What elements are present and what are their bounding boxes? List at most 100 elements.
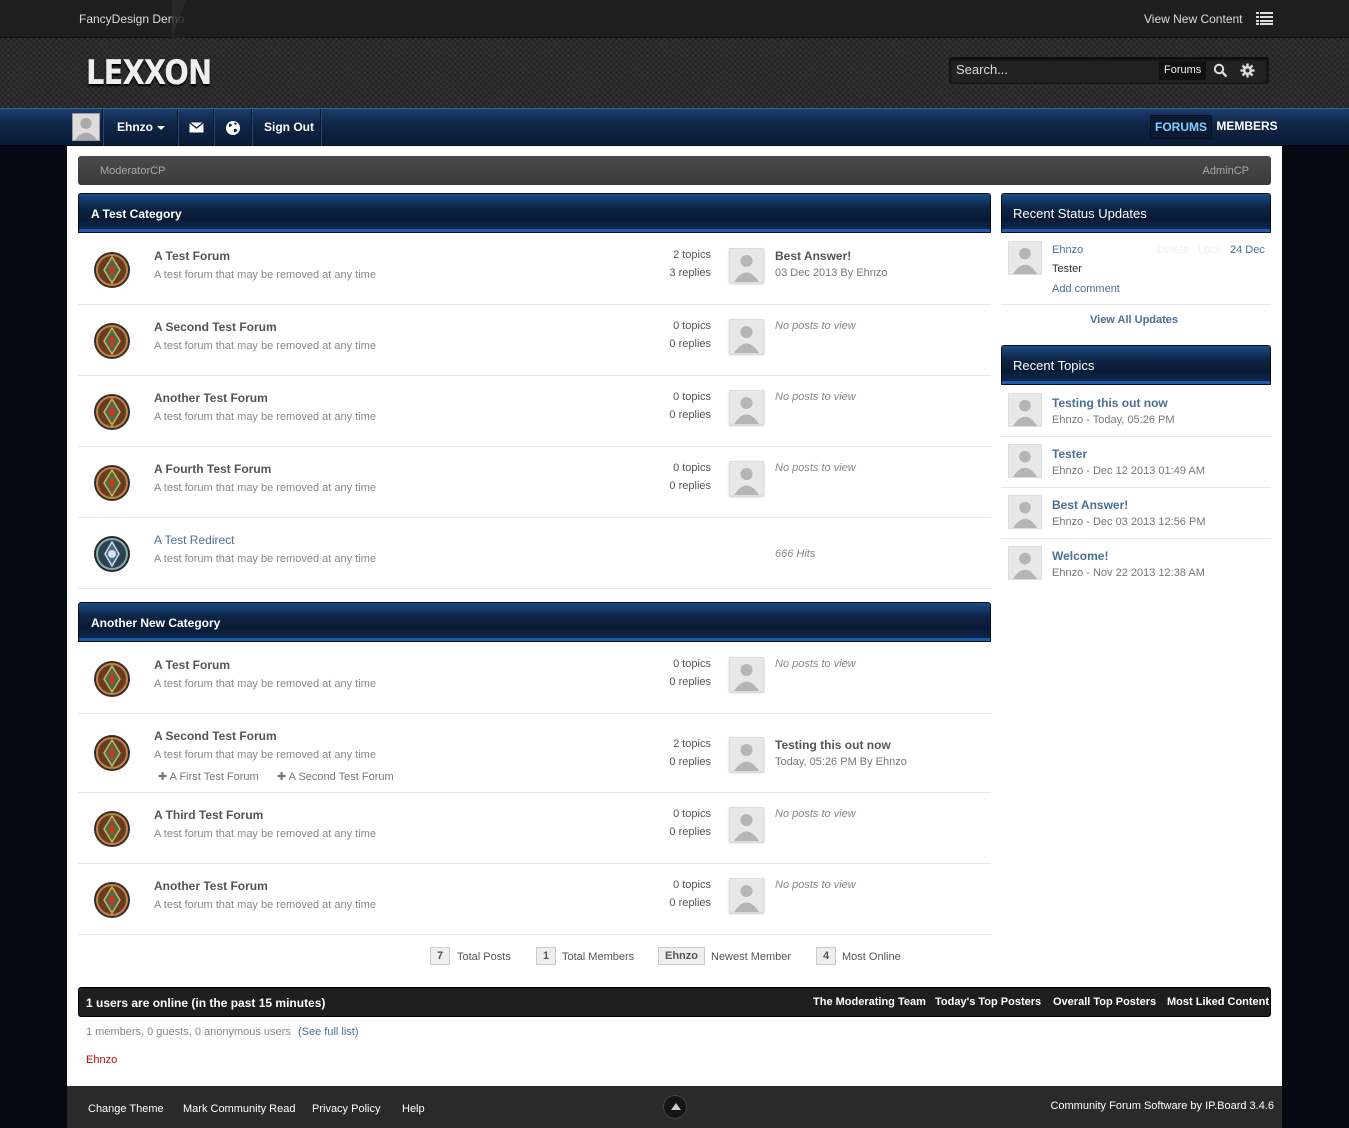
recent-topic-link[interactable]: Tester (1052, 447, 1087, 461)
notifications-button[interactable] (214, 109, 252, 146)
total-members-count: 1 (536, 947, 556, 965)
recent-status-header[interactable]: Recent Status Updates (1001, 193, 1271, 233)
tab-forums[interactable]: FORUMS (1150, 115, 1212, 139)
forum-name-link[interactable]: A Second Test Forum (154, 320, 277, 334)
reply-count: 0 replies (669, 756, 711, 768)
forum-name-link[interactable]: A Fourth Test Forum (154, 462, 271, 476)
last-post-title-link[interactable]: Best Answer! (775, 249, 851, 263)
forum-description: A test forum that may be removed at any … (154, 411, 376, 423)
envelope-icon (189, 122, 204, 133)
moderatorcp-link[interactable]: ModeratorCP (100, 165, 165, 177)
last-post-title-link[interactable]: Testing this out now (775, 738, 891, 752)
avatar (72, 113, 100, 141)
recent-topic-link[interactable]: Testing this out now (1052, 396, 1168, 410)
change-theme-link[interactable]: Change Theme (88, 1103, 164, 1115)
recent-topic-meta: Ehnzo - Nov 22 2013 12:38 AM (1052, 567, 1205, 579)
reply-count: 0 replies (669, 480, 711, 492)
forum-name-link[interactable]: Another Test Forum (154, 879, 268, 893)
sign-out-label: Sign Out (264, 120, 314, 134)
total-posts-count: 7 (430, 947, 450, 965)
no-posts-text: No posts to view (775, 879, 856, 891)
category-header[interactable]: A Test Category (78, 193, 991, 233)
forum-row: A Third Test Forum A test forum that may… (78, 793, 991, 864)
recent-topic-meta: Ehnzo - Today, 05:26 PM (1052, 414, 1175, 426)
no-posts-text: No posts to view (775, 320, 856, 332)
search-input[interactable] (956, 62, 1156, 77)
todays-top-posters-link[interactable]: Today's Top Posters (935, 996, 1041, 1008)
search-scope-button[interactable]: Forums (1159, 61, 1207, 80)
newest-member-link[interactable]: Ehnzo (658, 947, 705, 965)
forum-icon (93, 251, 131, 289)
top-bar: FancyDesign Demo View New Content (0, 0, 1349, 38)
recent-topics-header[interactable]: Recent Topics (1001, 345, 1271, 385)
forum-name-link[interactable]: A Test Redirect (154, 533, 234, 547)
site-logo[interactable]: LEXXON (86, 53, 212, 93)
status-lock-link[interactable]: Lock (1198, 244, 1221, 256)
forum-row: A Test Redirect A test forum that may be… (78, 518, 991, 589)
see-full-list-link[interactable]: (See full list) (298, 1026, 359, 1038)
forum-icon (93, 734, 131, 772)
user-avatar-button[interactable] (70, 109, 103, 146)
tab-members[interactable]: MEMBERS (1214, 115, 1280, 139)
forum-description: A test forum that may be removed at any … (154, 749, 376, 761)
help-link[interactable]: Help (402, 1103, 425, 1115)
list-icon[interactable] (1256, 12, 1273, 25)
view-new-content-link[interactable]: View New Content (1144, 12, 1243, 26)
default-avatar-icon (1009, 394, 1041, 426)
subforum-link[interactable]: ✚ A First Test Forum (158, 770, 259, 783)
forum-name-link[interactable]: A Third Test Forum (154, 808, 263, 822)
sign-out-button[interactable]: Sign Out (252, 109, 321, 146)
status-text: Tester (1052, 263, 1082, 275)
add-comment-link[interactable]: Add comment (1052, 283, 1120, 295)
forum-description: A test forum that may be removed at any … (154, 553, 376, 565)
search-box: Forums (949, 57, 1269, 84)
privacy-policy-link[interactable]: Privacy Policy (312, 1103, 380, 1115)
forum-name-link[interactable]: A Test Forum (154, 249, 230, 263)
last-poster-avatar[interactable] (729, 248, 764, 283)
divider (1001, 436, 1271, 437)
most-liked-content-link[interactable]: Most Liked Content (1167, 996, 1269, 1008)
status-date[interactable]: 24 Dec (1230, 244, 1265, 256)
search-icon[interactable] (1213, 63, 1228, 78)
last-post-meta: Today, 05:26 PM By Ehnzo (775, 756, 907, 768)
admincp-link[interactable]: AdminCP (1203, 165, 1249, 177)
footer: Change Theme Mark Community Read Privacy… (67, 1086, 1282, 1128)
user-menu-button[interactable]: Ehnzo (104, 109, 178, 146)
recent-topic-link[interactable]: Best Answer! (1052, 498, 1128, 512)
topic-count: 2 topics (673, 249, 711, 261)
view-all-updates-link[interactable]: View All Updates (1090, 314, 1178, 326)
topic-avatar[interactable] (1008, 393, 1042, 427)
site-name-link[interactable]: FancyDesign Demo (79, 12, 184, 26)
gear-icon[interactable] (1240, 63, 1255, 78)
forum-icon (93, 881, 131, 919)
topic-avatar[interactable] (1008, 495, 1042, 529)
status-user-link[interactable]: Ehnzo (1052, 244, 1083, 256)
forum-name-link[interactable]: A Test Forum (154, 658, 230, 672)
globe-icon (226, 121, 240, 135)
forum-description: A test forum that may be removed at any … (154, 678, 376, 690)
reply-count: 0 replies (669, 338, 711, 350)
default-avatar-icon (730, 879, 763, 912)
forum-name-link[interactable]: Another Test Forum (154, 391, 268, 405)
back-to-top-icon[interactable] (663, 1095, 687, 1119)
online-user-link[interactable]: Ehnzo (86, 1054, 117, 1066)
recent-topic-link[interactable]: Welcome! (1052, 549, 1108, 563)
powered-by-text[interactable]: Community Forum Software by IP.Board 3.4… (1050, 1100, 1274, 1112)
forum-row: Another Test Forum A test forum that may… (78, 376, 991, 447)
status-avatar[interactable] (1008, 241, 1042, 275)
topic-avatar[interactable] (1008, 444, 1042, 478)
forum-name-link[interactable]: A Second Test Forum (154, 729, 277, 743)
subforum-link[interactable]: ✚ A Second Test Forum (277, 770, 394, 783)
last-poster-avatar[interactable] (729, 737, 764, 772)
forum-description: A test forum that may be removed at any … (154, 828, 376, 840)
moderating-team-link[interactable]: The Moderating Team (813, 996, 926, 1008)
recent-topic-meta: Ehnzo - Dec 12 2013 01:49 AM (1052, 465, 1205, 477)
overall-top-posters-link[interactable]: Overall Top Posters (1053, 996, 1156, 1008)
inbox-button[interactable] (178, 109, 214, 146)
mark-community-read-link[interactable]: Mark Community Read (183, 1103, 295, 1115)
default-avatar-icon (1009, 445, 1041, 477)
category-header[interactable]: Another New Category (78, 602, 991, 642)
status-delete-link[interactable]: Delete (1157, 244, 1189, 256)
topic-avatar[interactable] (1008, 546, 1042, 580)
total-posts-label: Total Posts (457, 951, 511, 963)
